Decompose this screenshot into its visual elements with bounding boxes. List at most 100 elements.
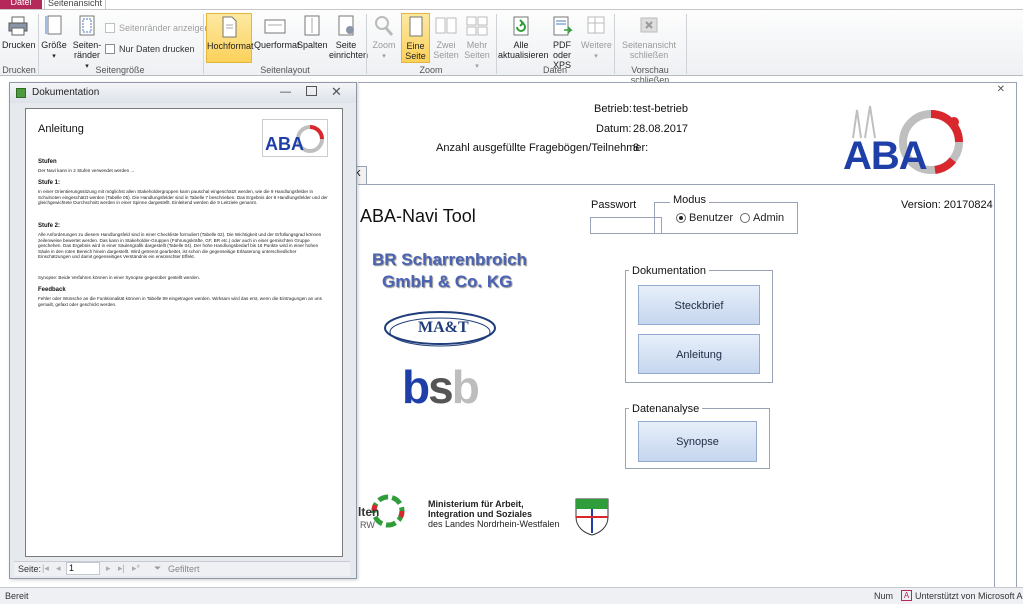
anzahl-label: Anzahl ausgefüllte Fragebögen/Teilnehmer…: [436, 142, 649, 154]
dokumentation-label: Dokumentation: [629, 265, 709, 277]
landscape-button[interactable]: Querformat: [254, 13, 300, 63]
partner-logo: lten RW: [358, 492, 408, 532]
betrieb-value: test-betrieb: [633, 103, 689, 115]
last-page-icon[interactable]: ▸|: [118, 563, 125, 574]
landscape-icon: [264, 19, 286, 34]
close-preview-button[interactable]: Seitenansicht schließen: [619, 13, 679, 63]
company-name-line2: GmbH & Co. KG: [382, 272, 513, 291]
separator: [496, 14, 497, 74]
columns-icon: [304, 15, 320, 36]
steckbrief-button[interactable]: Steckbrief: [638, 285, 760, 325]
document-aba-logo: ABA: [262, 119, 328, 157]
bsb-logo: bsb: [402, 361, 480, 413]
powered-by-text: Unterstützt von Microsoft Acce: [915, 591, 1023, 601]
document-aba-text: ABA: [265, 134, 304, 154]
ministry-text: Ministerium für Arbeit, Integration und …: [428, 499, 560, 529]
aba-logo: ABA: [843, 100, 968, 180]
password-input[interactable]: [590, 217, 662, 234]
section-heading: Feedback: [38, 287, 66, 293]
benutzer-radio[interactable]: Benutzer: [676, 212, 733, 224]
documentation-dialog: Dokumentation — ✕ Anleitung ABA Stufen D…: [9, 82, 357, 579]
restore-icon[interactable]: [306, 86, 317, 96]
separator: [203, 14, 204, 74]
size-button[interactable]: Größe ▾: [41, 13, 67, 63]
document-heading: Anleitung: [38, 123, 84, 135]
portrait-icon: [222, 16, 237, 38]
page-setup-button[interactable]: Seite einrichten: [329, 13, 368, 63]
refresh-icon: [513, 16, 529, 36]
tab-file[interactable]: Datei: [0, 0, 42, 9]
two-pages-button[interactable]: Zwei Seiten: [432, 13, 460, 63]
checkbox-box: [105, 23, 115, 33]
section-text: Der Navi kann in 2 Stufen verwendet werd…: [38, 168, 135, 173]
group-label-print: Drucken: [2, 65, 36, 75]
magnifier-icon: [375, 16, 394, 36]
close-preview-icon: [640, 17, 658, 33]
page-number-input[interactable]: 1: [66, 562, 100, 575]
margins-icon: [79, 15, 95, 36]
more-export-button[interactable]: Weitere ▾: [581, 13, 612, 63]
more-pages-button[interactable]: Mehr Seiten ▾: [462, 13, 492, 70]
partner-logo-text1: lten: [358, 505, 380, 519]
group-label-zoom: Zoom: [419, 65, 443, 75]
group-label-page-layout: Seitenlayout: [260, 65, 310, 75]
print-data-only-checkbox[interactable]: Nur Daten drucken: [105, 44, 195, 54]
form-icon: [16, 88, 26, 98]
next-page-icon[interactable]: ▸: [106, 563, 111, 574]
page-nav-label: Seite:: [18, 564, 42, 574]
columns-button[interactable]: Spalten: [297, 13, 328, 63]
page-setup-icon: [338, 15, 354, 36]
section-text: Alle Anforderungen zu diesem Handlungsfe…: [38, 232, 322, 260]
pdf-xps-button[interactable]: PDF oder XPS: [543, 13, 581, 70]
portrait-button[interactable]: Hochformat: [206, 13, 254, 63]
separator: [38, 14, 39, 74]
report-close-icon[interactable]: ✕: [997, 84, 1005, 95]
document-page: Anleitung ABA Stufen Der Navi kann in 2 …: [25, 108, 343, 557]
zoom-button[interactable]: Zoom ▾: [369, 13, 399, 63]
coat-of-arms-graphic: [575, 498, 609, 536]
admin-radio[interactable]: Admin: [740, 212, 784, 224]
close-icon[interactable]: ✕: [331, 84, 342, 100]
separator: [366, 14, 367, 74]
one-page-icon: [409, 16, 422, 37]
printer-icon: [8, 16, 28, 36]
anzahl-value: 8: [633, 142, 640, 154]
num-lock-indicator: Num: [874, 591, 894, 601]
separator: [686, 14, 687, 74]
status-text: Bereit: [5, 591, 29, 601]
datum-label: Datum:: [596, 123, 632, 135]
status-bar: Bereit Num A Unterstützt von Microsoft A…: [0, 587, 1023, 604]
filter-status[interactable]: Gefiltert: [168, 564, 200, 574]
show-margins-checkbox[interactable]: Seitenränder anzeigen: [105, 23, 210, 33]
mat-logo: MA&T: [382, 306, 498, 356]
datenanalyse-label: Datenanalyse: [629, 403, 703, 415]
mat-logo-text: MA&T: [418, 319, 469, 336]
filter-icon: ⏷: [154, 563, 162, 573]
previous-page-icon[interactable]: ◂: [56, 563, 61, 574]
dialog-titlebar[interactable]: Dokumentation — ✕: [10, 83, 356, 103]
synopse-button[interactable]: Synopse: [638, 421, 757, 462]
section-text: In einer Orientierungssitzung mit möglic…: [38, 189, 328, 206]
dialog-title: Dokumentation: [32, 87, 100, 98]
anleitung-button[interactable]: Anleitung: [638, 334, 760, 374]
minimize-icon[interactable]: —: [280, 86, 291, 98]
section-text: Synopse: Beide Verfahren können in einer…: [38, 275, 200, 280]
access-icon: A: [901, 590, 912, 601]
betrieb-label: Betrieb:: [594, 103, 632, 115]
report-preview: ✕ Betrieb: test-betrieb Datum: 28.08.201…: [355, 82, 1023, 587]
passwort-label: Passwort: [591, 199, 637, 211]
new-record-icon[interactable]: ▸*: [132, 563, 140, 574]
section-heading: Stufe 1:: [38, 180, 61, 186]
margins-button[interactable]: Seiten-ränder ▾: [71, 13, 103, 70]
radio-checked: [676, 213, 686, 223]
refresh-all-button[interactable]: Alle aktualisieren: [498, 13, 549, 63]
partner-logo-text2: RW: [360, 520, 375, 530]
first-page-icon[interactable]: |◂: [42, 563, 49, 574]
print-button[interactable]: Drucken: [2, 13, 36, 63]
tool-title: ABA-Navi Tool: [360, 206, 476, 226]
aba-logo-text: ABA: [843, 134, 928, 178]
one-page-button[interactable]: Eine Seite: [401, 13, 430, 63]
company-name-line1: BR Scharrenbroich: [372, 250, 527, 269]
pdf-export-icon: [553, 16, 573, 36]
version-label: Version: 20170824: [901, 199, 993, 211]
